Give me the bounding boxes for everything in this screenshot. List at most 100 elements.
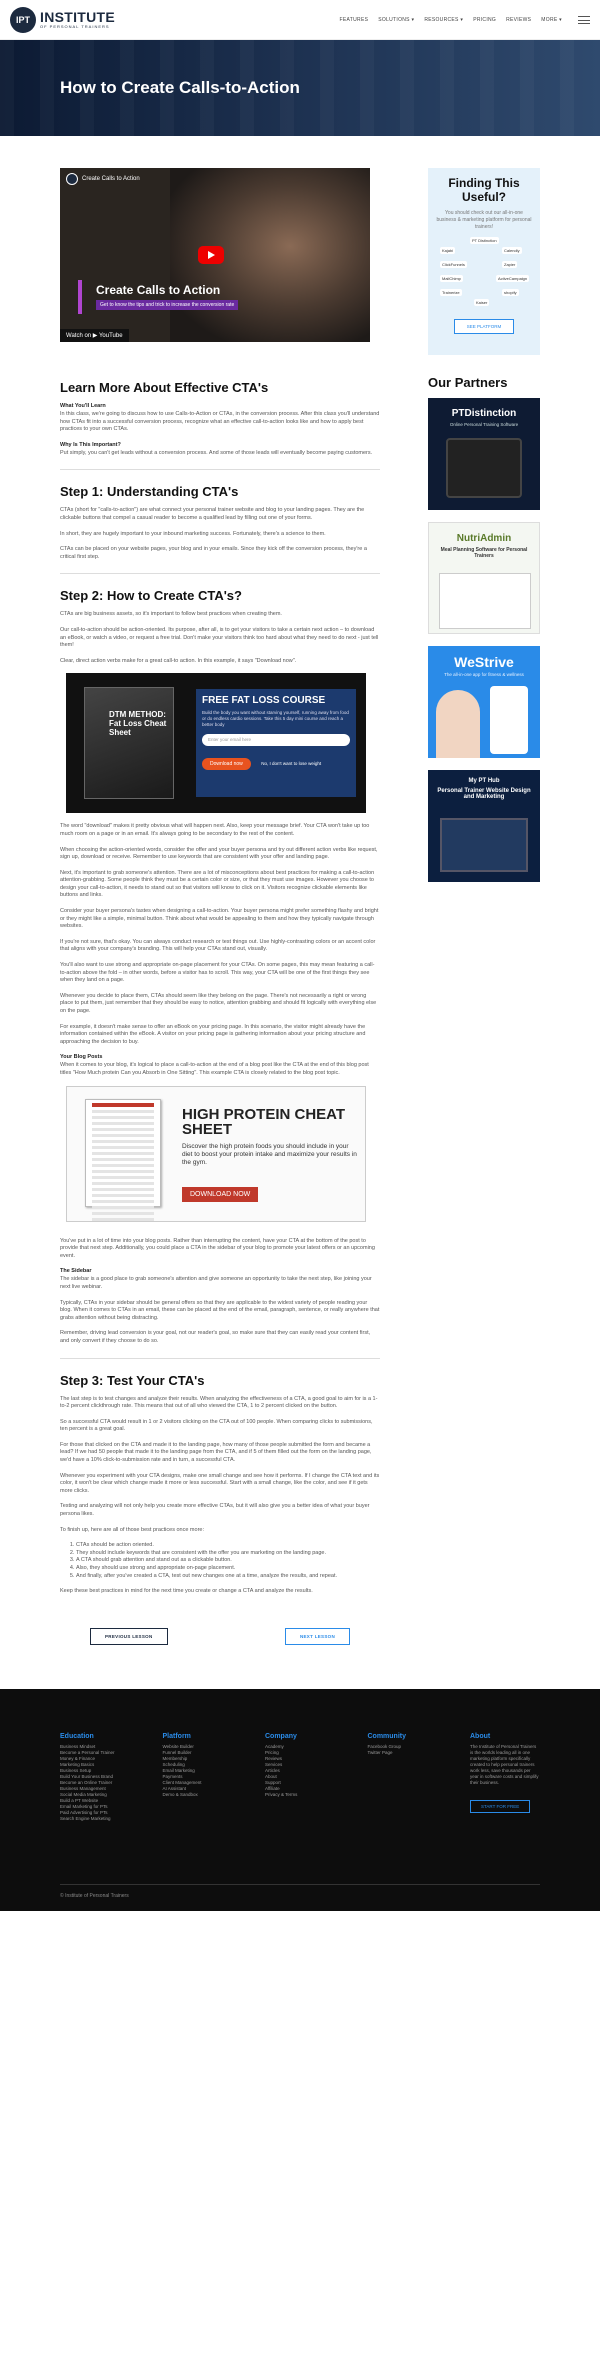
sidebar: Finding This Useful? You should check ou… <box>428 168 540 1689</box>
cheat-sheet-download-button[interactable]: DOWNLOAD NOW <box>182 1186 259 1202</box>
partner-ad-ptdistinction[interactable]: PTDistinction Online Personal Training S… <box>428 398 540 510</box>
paragraph: Consider your buyer persona's tastes whe… <box>60 908 379 930</box>
paragraph: Testing and analyzing will not only help… <box>60 1503 370 1518</box>
footer-col-about: About The Institute of Personal Trainers… <box>470 1733 540 1822</box>
channel-avatar[interactable] <box>66 173 78 185</box>
paragraph: If you're not sure, that's okay. You can… <box>60 938 376 953</box>
footer-link[interactable]: Search Engine Marketing <box>60 1816 130 1822</box>
logo-mailchimp: MailChimp <box>440 275 463 282</box>
step1-heading: Step 1: Understanding CTA's <box>60 484 239 500</box>
list-item: And finally, after you've created a CTA,… <box>76 1573 380 1581</box>
partner-ad-westrive[interactable]: WeStrive The all-in-one app for fitness … <box>428 646 540 758</box>
logo-tagline: OF PERSONAL TRAINERS <box>40 24 110 29</box>
paragraph: Next, it's important to grab someone's a… <box>60 869 375 899</box>
protein-cheat-sheet-cta: HIGH PROTEIN CHEAT SHEET Discover the hi… <box>66 1085 366 1222</box>
paragraph: CTAs are big business assets, so it's im… <box>60 611 282 618</box>
footer-col-company: Company Academy Pricing Reviews Services… <box>265 1733 335 1822</box>
footer-col-title: Company <box>265 1732 297 1740</box>
paragraph: For example, it doesn't make sense to of… <box>60 1023 366 1045</box>
nav-reviews[interactable]: REVIEWS <box>506 17 531 23</box>
video-accent-bar <box>78 280 82 314</box>
useful-title: Finding This Useful? <box>448 176 520 204</box>
content-wrap: Create Calls to Action Create Calls to A… <box>0 136 600 1689</box>
intro-section: Learn More About Effective CTA's What Yo… <box>60 380 380 457</box>
paragraph: The sidebar is a good place to grab some… <box>60 1276 372 1290</box>
logo-shopify: shopify <box>502 289 519 296</box>
list-item: They should include keywords that are co… <box>76 1550 380 1558</box>
see-platform-button[interactable]: SEE PLATFORM <box>453 319 515 334</box>
useful-text: You should check out our all-in-one busi… <box>436 210 532 230</box>
next-lesson-button[interactable]: NEXT LESSON <box>284 1627 350 1645</box>
video-overlay-title: Create Calls to Action <box>96 283 221 297</box>
logo-clickfunnels: ClickFunnels <box>440 261 467 268</box>
watch-on-youtube[interactable]: Watch on ▶ YouTube <box>60 329 129 342</box>
ad-phone-image <box>490 686 528 754</box>
paragraph: The last step is to test changes and ana… <box>60 1395 378 1410</box>
footer-link[interactable]: Twitter Page <box>368 1750 438 1756</box>
list-item: A CTA should grab attention and stand ou… <box>76 1557 380 1565</box>
paragraph: Whenever you experiment with your CTA de… <box>60 1472 380 1494</box>
footer-col-title: About <box>470 1732 491 1740</box>
email-input[interactable]: Enter your email here <box>202 734 350 747</box>
footer-col-title: Platform <box>162 1732 191 1740</box>
nav-more[interactable]: MORE ▾ <box>541 17 562 23</box>
step2-heading: Step 2: How to Create CTA's? <box>60 588 242 604</box>
banner-form-panel: FREE FAT LOSS COURSE Build the body you … <box>196 689 356 798</box>
previous-lesson-button[interactable]: PREVIOUS LESSON <box>90 1627 168 1645</box>
site-footer: Education Business Mindset Become a Pers… <box>0 1688 600 1911</box>
ad-subtitle: Meal Planning Software for Personal Trai… <box>440 547 528 559</box>
site-logo[interactable]: IPT INSTITUTE OF PERSONAL TRAINERS <box>10 6 115 33</box>
logo-calendly: Calendly <box>502 247 522 254</box>
footer-col-title: Education <box>60 1732 94 1740</box>
download-now-button[interactable]: Download now <box>202 758 251 771</box>
ad-title: PTDistinction <box>451 408 517 419</box>
nav-features[interactable]: FEATURES <box>340 17 369 23</box>
start-for-free-button[interactable]: START FOR FREE <box>470 1799 531 1813</box>
video-title[interactable]: Create Calls to Action <box>82 176 140 182</box>
platform-logos: PT Distinction Kajabi Calendly ClickFunn… <box>440 237 530 307</box>
best-practices-list: CTAs should be action oriented. They sho… <box>70 1542 380 1580</box>
logo-kaiser: Kaiser <box>474 299 490 306</box>
nav-resources[interactable]: RESOURCES ▾ <box>424 17 463 23</box>
ebook-cover-title: DTM METHOD: Fat Loss Cheat Sheet <box>109 710 167 738</box>
sidebar-label: The Sidebar <box>60 1268 92 1275</box>
learn-label: What You'll Learn <box>60 403 106 409</box>
paragraph: When it comes to your blog, it's logical… <box>60 1062 369 1076</box>
footer-link[interactable]: Demo & Sandbox <box>163 1792 233 1798</box>
partner-ad-mypthub[interactable]: My PT Hub Personal Trainer Website Desig… <box>428 770 540 882</box>
copyright: © Institute of Personal Trainers <box>60 1892 129 1899</box>
ad-screenshot-image <box>439 573 531 629</box>
step3-section: Step 3: Test Your CTA's The last step is… <box>60 1373 380 1596</box>
nav-solutions[interactable]: SOLUTIONS ▾ <box>378 17 414 23</box>
logo-activecampaign: ActiveCampaign <box>496 275 530 282</box>
video-embed[interactable]: Create Calls to Action Create Calls to A… <box>60 168 370 342</box>
paragraph: To finish up, here are all of those best… <box>60 1526 204 1533</box>
partner-ad-nutriadmin[interactable]: NutriAdmin Meal Planning Software for Pe… <box>428 522 540 634</box>
footer-col-community: Community Facebook Group Twitter Page <box>368 1733 438 1822</box>
step1-section: Step 1: Understanding CTA's CTAs (short … <box>60 484 380 561</box>
banner-text: Build the body you want without starving… <box>202 710 349 728</box>
footer-divider <box>60 1883 540 1885</box>
paragraph: For those that clicked on the CTA and ma… <box>60 1441 372 1464</box>
logo-trainerize: Trainerize <box>440 289 462 296</box>
divider <box>60 573 380 575</box>
intro-heading: Learn More About Effective CTA's <box>60 380 269 395</box>
footer-link[interactable]: Privacy & Terms <box>265 1792 335 1798</box>
paragraph: The word "download" makes it pretty obvi… <box>60 823 370 837</box>
ebook-cover-image: DTM METHOD: Fat Loss Cheat Sheet <box>84 687 174 800</box>
ad-subtitle: Personal Trainer Website Design and Mark… <box>437 788 531 800</box>
footer-about-text: The Institute of Personal Trainers is th… <box>470 1743 539 1785</box>
ad-title: My PT Hub <box>468 778 500 784</box>
footer-col-platform: Platform Website Builder Funnel Builder … <box>163 1733 233 1822</box>
learn-text: In this class, we're going to discuss ho… <box>60 411 380 433</box>
nav-pricing[interactable]: PRICING <box>473 17 496 23</box>
lesson-pager: PREVIOUS LESSON NEXT LESSON <box>60 1608 380 1689</box>
hamburger-menu-icon[interactable] <box>578 15 590 24</box>
banner-title: FREE FAT LOSS COURSE <box>202 695 326 707</box>
ad-person-image <box>436 690 480 758</box>
no-thanks-link[interactable]: No, I don't want to lose weight <box>261 761 321 766</box>
paragraph: In short, they are hugely important to y… <box>60 530 326 537</box>
cheat-sheet-text: Discover the high protein foods you shou… <box>182 1142 357 1166</box>
paragraph: Whenever you decide to place them, CTAs … <box>60 992 377 1014</box>
play-button-icon[interactable] <box>198 246 224 264</box>
